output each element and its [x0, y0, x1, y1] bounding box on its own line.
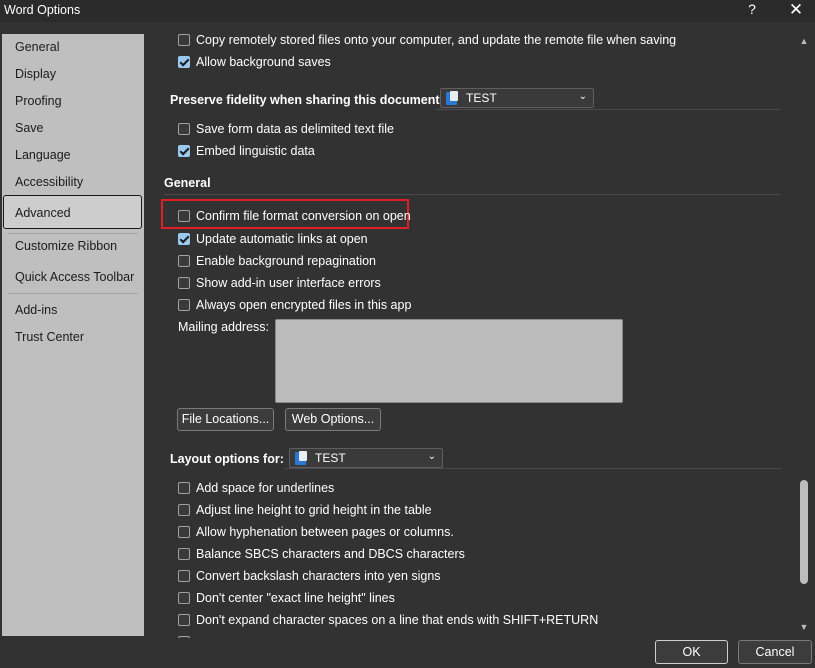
layout-option-label: Allow hyphenation between pages or colum…: [196, 525, 454, 539]
encrypted-files-label: Always open encrypted files in this app: [196, 298, 412, 312]
scroll-down-icon[interactable]: ▼: [797, 620, 811, 634]
word-document-icon: [446, 91, 458, 105]
sidebar-item-language[interactable]: Language: [15, 146, 71, 164]
linguistic-label: Embed linguistic data: [196, 144, 315, 158]
general-heading: General: [164, 176, 211, 190]
layout-option-label: Add space for underlines: [196, 481, 335, 495]
update-links-checkbox[interactable]: [178, 233, 190, 245]
sidebar-item-advanced[interactable]: Advanced: [15, 204, 71, 222]
form-data-checkbox[interactable]: [178, 123, 190, 135]
layout-option-checkbox[interactable]: [178, 570, 190, 582]
confirm-conversion-checkbox[interactable]: [178, 210, 190, 222]
mailing-address-field[interactable]: [275, 319, 623, 403]
title-bar: Word Options ? ✕: [0, 0, 815, 22]
fidelity-document-value: TEST: [466, 91, 497, 105]
layout-option-checkbox[interactable]: [178, 548, 190, 560]
background-repagination-label: Enable background repagination: [196, 254, 376, 268]
word-document-icon: [295, 451, 307, 465]
options-content: Copy remotely stored files onto your com…: [145, 22, 795, 638]
chevron-down-icon: ⌄: [578, 91, 587, 102]
layout-option-label: Don't expand character spaces on a line …: [196, 613, 599, 627]
layout-option-label: Balance SBCS characters and DBCS charact…: [196, 547, 465, 561]
section-divider: [164, 194, 781, 195]
form-data-label: Save form data as delimited text file: [196, 122, 395, 136]
layout-document-value: TEST: [315, 451, 346, 465]
sidebar-item-save[interactable]: Save: [15, 119, 44, 137]
ok-button[interactable]: OK: [655, 640, 728, 664]
sidebar-item-trust-center[interactable]: Trust Center: [15, 328, 84, 346]
layout-heading: Layout options for:: [170, 452, 284, 466]
section-divider: [435, 109, 781, 110]
sidebar-item-proofing[interactable]: Proofing: [15, 92, 62, 110]
addin-errors-label: Show add-in user interface errors: [196, 276, 381, 290]
sidebar-item-display[interactable]: Display: [15, 65, 56, 83]
sidebar-nav: General Display Proofing Save Language A…: [2, 34, 144, 636]
window-title: Word Options: [4, 3, 81, 17]
chevron-down-icon: ⌄: [427, 451, 436, 462]
layout-option-checkbox[interactable]: [178, 482, 190, 494]
confirm-conversion-label: Confirm file format conversion on open: [196, 209, 411, 223]
layout-option-checkbox[interactable]: [178, 614, 190, 626]
layout-option-checkbox[interactable]: [178, 592, 190, 604]
layout-option-label: Convert backslash characters into yen si…: [196, 569, 441, 583]
background-saves-checkbox[interactable]: [178, 56, 190, 68]
scrollbar-thumb[interactable]: [800, 480, 808, 584]
cancel-button[interactable]: Cancel: [738, 640, 812, 664]
sidebar-item-accessibility[interactable]: Accessibility: [15, 173, 83, 191]
scroll-up-icon[interactable]: ▲: [797, 34, 811, 48]
update-links-label: Update automatic links at open: [196, 232, 368, 246]
linguistic-checkbox[interactable]: [178, 145, 190, 157]
sidebar-item-quick-access-toolbar[interactable]: Quick Access Toolbar: [15, 268, 134, 286]
section-divider: [285, 468, 781, 469]
sidebar-item-add-ins[interactable]: Add-ins: [15, 301, 57, 319]
help-icon[interactable]: ?: [744, 1, 760, 19]
layout-option-checkbox[interactable]: [178, 504, 190, 516]
layout-option-checkbox[interactable]: [178, 526, 190, 538]
sidebar-item-customize-ribbon[interactable]: Customize Ribbon: [15, 237, 117, 255]
layout-option-label: Adjust line height to grid height in the…: [196, 503, 432, 517]
sidebar-divider: [8, 233, 138, 234]
file-locations-button[interactable]: File Locations...: [177, 408, 274, 431]
background-saves-label: Allow background saves: [196, 55, 331, 69]
layout-document-dropdown[interactable]: TEST ⌄: [289, 448, 443, 468]
sidebar-item-general[interactable]: General: [15, 38, 59, 56]
mailing-address-label: Mailing address:: [178, 320, 270, 334]
sidebar-divider: [8, 293, 138, 294]
encrypted-files-checkbox[interactable]: [178, 299, 190, 311]
layout-option-checkbox[interactable]: [178, 636, 190, 638]
layout-option-label: Don't center "exact line height" lines: [196, 591, 395, 605]
fidelity-document-dropdown[interactable]: TEST ⌄: [440, 88, 594, 108]
copy-remote-checkbox[interactable]: [178, 34, 190, 46]
close-icon[interactable]: ✕: [787, 0, 805, 20]
copy-remote-label: Copy remotely stored files onto your com…: [196, 33, 677, 47]
fidelity-heading: Preserve fidelity when sharing this docu…: [170, 93, 444, 107]
addin-errors-checkbox[interactable]: [178, 277, 190, 289]
web-options-button[interactable]: Web Options...: [285, 408, 381, 431]
background-repagination-checkbox[interactable]: [178, 255, 190, 267]
